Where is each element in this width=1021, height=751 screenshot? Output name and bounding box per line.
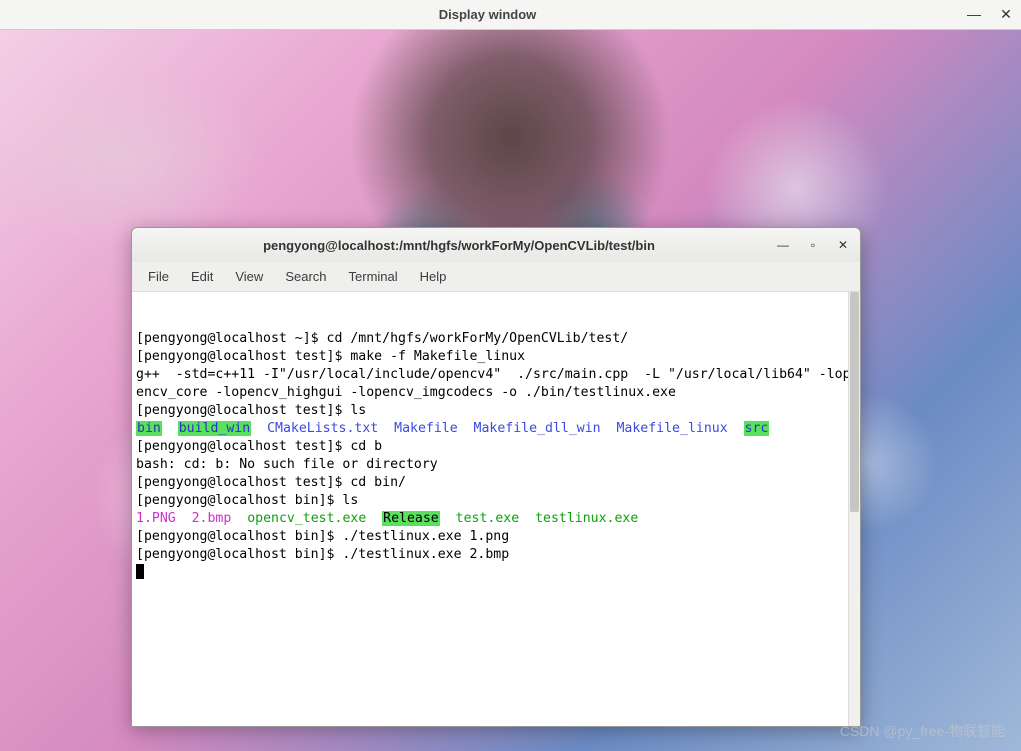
terminal-line: bin build_win CMakeLists.txt Makefile Ma… [136,420,856,438]
terminal-scrollthumb[interactable] [850,292,859,512]
terminal-window: pengyong@localhost:/mnt/hgfs/workForMy/O… [131,227,861,727]
ls-entry: testlinux.exe [535,511,638,526]
ls-entry: build_win [178,421,251,436]
terminal-line: bash: cd: b: No such file or directory [136,456,856,474]
terminal-line: [pengyong@localhost test]$ make -f Makef… [136,348,856,366]
ls-entry: bin [136,421,162,436]
terminal-minimize-icon[interactable]: — [776,238,790,252]
menu-search[interactable]: Search [275,266,336,287]
terminal-line: [pengyong@localhost test]$ ls [136,402,856,420]
menu-help[interactable]: Help [410,266,457,287]
terminal-maximize-icon[interactable]: ▫ [806,238,820,252]
terminal-titlebar: pengyong@localhost:/mnt/hgfs/workForMy/O… [132,228,860,262]
terminal-line: [pengyong@localhost bin]$ ./testlinux.ex… [136,546,856,564]
ls-entry: Makefile [394,421,458,436]
menu-edit[interactable]: Edit [181,266,223,287]
terminal-title: pengyong@localhost:/mnt/hgfs/workForMy/O… [142,238,776,253]
terminal-line: g++ -std=c++11 -I"/usr/local/include/ope… [136,366,856,402]
ls-entry: 2.bmp [192,511,232,526]
minimize-icon[interactable]: — [967,6,981,23]
outer-window-titlebar: Display window — ✕ [0,0,1021,30]
terminal-body[interactable]: [pengyong@localhost ~]$ cd /mnt/hgfs/wor… [132,292,860,726]
terminal-line: [pengyong@localhost bin]$ ls [136,492,856,510]
terminal-line: [pengyong@localhost ~]$ cd /mnt/hgfs/wor… [136,330,856,348]
ls-entry: CMakeLists.txt [267,421,378,436]
terminal-line: [pengyong@localhost test]$ cd bin/ [136,474,856,492]
ls-entry: src [744,421,770,436]
terminal-close-icon[interactable]: ✕ [836,238,850,252]
terminal-scrollbar[interactable] [848,292,860,726]
outer-window-title: Display window [8,7,967,22]
ls-entry: 1.PNG [136,511,176,526]
terminal-cursor-line [136,564,856,582]
ls-entry: Makefile_dll_win [474,421,601,436]
menu-view[interactable]: View [225,266,273,287]
terminal-line: [pengyong@localhost bin]$ ./testlinux.ex… [136,528,856,546]
terminal-line: [pengyong@localhost test]$ cd b [136,438,856,456]
terminal-line: 1.PNG 2.bmp opencv_test.exe Release test… [136,510,856,528]
outer-window-controls: — ✕ [967,6,1013,23]
terminal-menubar: File Edit View Search Terminal Help [132,262,860,292]
terminal-window-controls: — ▫ ✕ [776,238,850,252]
menu-terminal[interactable]: Terminal [339,266,408,287]
ls-entry: opencv_test.exe [247,511,366,526]
ls-entry: Makefile_linux [616,421,727,436]
ls-entry: Release [382,511,440,526]
terminal-cursor [136,564,144,579]
menu-file[interactable]: File [138,266,179,287]
close-icon[interactable]: ✕ [999,6,1013,23]
ls-entry: test.exe [456,511,520,526]
